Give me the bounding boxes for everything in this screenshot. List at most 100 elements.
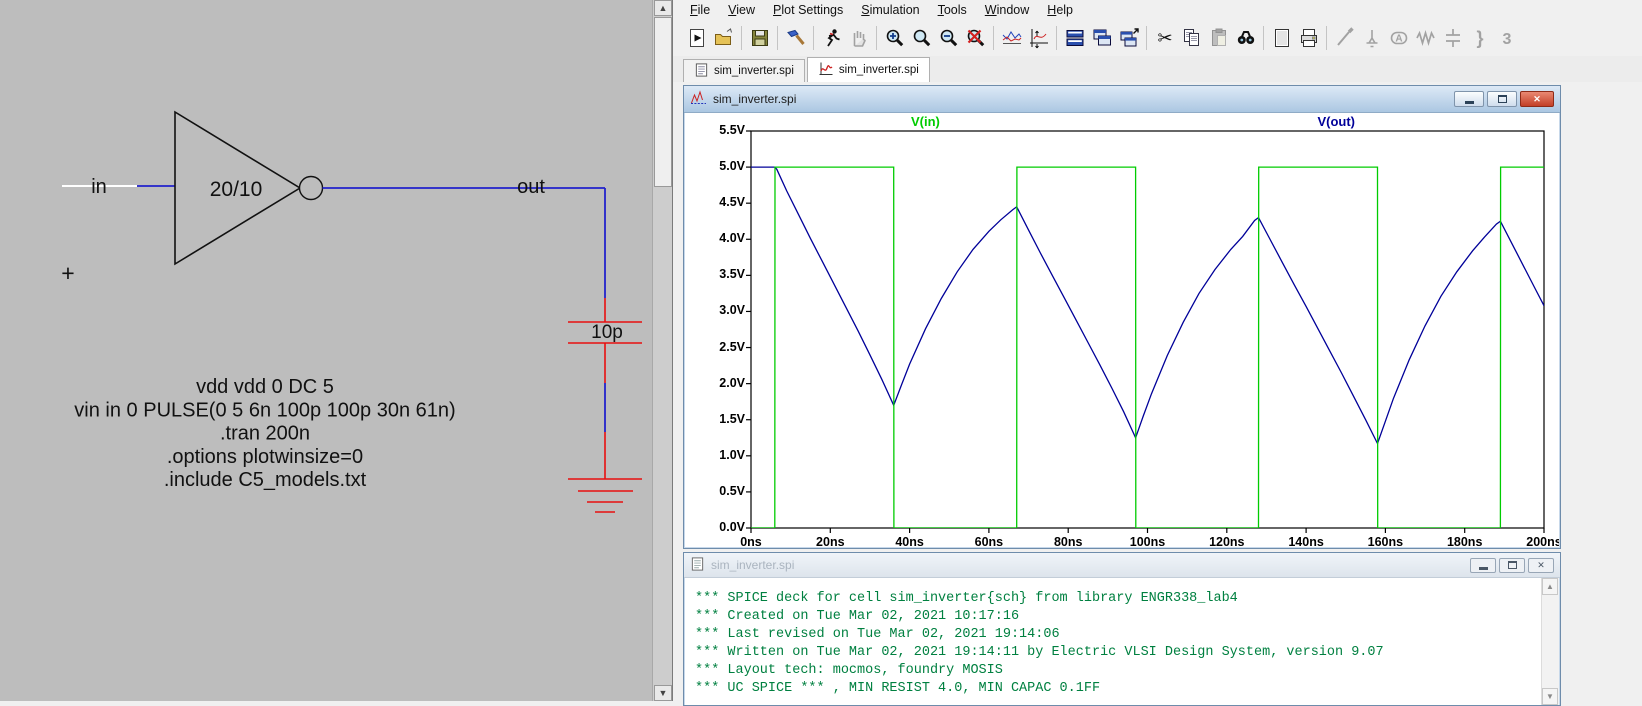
arrange-windows-icon[interactable] — [1115, 25, 1142, 52]
scroll-up-arrow[interactable]: ▲ — [654, 0, 672, 16]
tab-waveform[interactable]: sim_inverter.spi — [807, 57, 930, 82]
svg-text:✂: ✂ — [1157, 28, 1172, 48]
netlist-lines: *** SPICE deck for cell sim_inverter{sch… — [685, 578, 1559, 698]
minimize-button[interactable] — [1470, 558, 1496, 573]
resistor-icon — [1412, 25, 1439, 52]
plot-settings-icon[interactable] — [998, 25, 1025, 52]
svg-text:A: A — [1395, 34, 1402, 45]
netlist-text-area[interactable]: *** SPICE deck for cell sim_inverter{sch… — [685, 578, 1559, 705]
y-tick-label: 2.5V — [699, 340, 745, 354]
maximize-button[interactable] — [1499, 558, 1525, 573]
spice-line: .tran 200n — [220, 423, 310, 445]
desktop: { "schematic": { "labels": { "input": "i… — [0, 0, 1642, 701]
toolbar-separator — [876, 26, 877, 50]
schematic-vertical-scrollbar[interactable]: ▲ ▼ — [652, 0, 673, 701]
source-plus-label: + — [61, 260, 74, 286]
netlist-vertical-scrollbar[interactable]: ▲ ▼ — [1541, 578, 1559, 705]
zoom-in-icon[interactable] — [881, 25, 908, 52]
minimize-button[interactable] — [1454, 91, 1484, 107]
waveform-plot-area[interactable]: V(in)V(out) 5.5V5.0V4.5V4.0V3.5V3.0V2.5V… — [685, 113, 1559, 547]
waveform-window: sim_inverter.spi ✕ V(in)V(out) 5.5V5.0V4… — [683, 85, 1561, 549]
schematic-canvas[interactable]: in 20/10 out 10p + vdd vdd 0 DC 5vin in … — [0, 0, 652, 701]
toolbar: ✂ A} 3 — [673, 20, 1642, 57]
component-icon: 3 — [1493, 25, 1520, 52]
zoom-fit-icon[interactable] — [908, 25, 935, 52]
inverter-bubble — [300, 177, 323, 200]
scrollbar-thumb[interactable] — [654, 17, 672, 187]
toolbar-separator — [1146, 26, 1147, 50]
spice-line: vin in 0 PULSE(0 5 6n 100p 100p 30n 61n) — [74, 399, 455, 421]
toolbar-separator — [777, 26, 778, 50]
cut-icon[interactable]: ✂ — [1151, 25, 1178, 52]
net-label-icon: A — [1385, 25, 1412, 52]
print-preview-icon[interactable] — [1268, 25, 1295, 52]
menu-simulation[interactable]: Simulation — [852, 0, 928, 20]
menu-window[interactable]: Window — [976, 0, 1038, 20]
waveform-icon — [818, 61, 834, 80]
halt-icon — [845, 25, 872, 52]
close-button[interactable]: ✕ — [1520, 91, 1554, 107]
legend-vin[interactable]: V(in) — [911, 114, 940, 129]
menu-view[interactable]: View — [719, 0, 764, 20]
netlist-icon — [694, 62, 709, 81]
menu-tools[interactable]: Tools — [929, 0, 976, 20]
x-tick-label: 200ns — [1514, 535, 1559, 547]
ltspice-app: FileViewPlot SettingsSimulationToolsWind… — [672, 0, 1642, 701]
run-icon[interactable] — [818, 25, 845, 52]
tab-label: sim_inverter.spi — [714, 65, 794, 77]
input-net-label: in — [91, 176, 107, 198]
x-tick-label: 80ns — [1038, 535, 1098, 547]
tab-netlist[interactable]: sim_inverter.spi — [683, 59, 805, 82]
y-tick-label: 4.0V — [699, 231, 745, 245]
save-icon[interactable] — [746, 25, 773, 52]
plot-border — [751, 131, 1544, 528]
toolbar-separator — [813, 26, 814, 50]
open-icon[interactable] — [710, 25, 737, 52]
toolbar-separator — [1326, 26, 1327, 50]
legend-vout[interactable]: V(out) — [1317, 114, 1355, 129]
window-title: sim_inverter.spi — [713, 92, 1448, 106]
copy-icon[interactable] — [1178, 25, 1205, 52]
zoom-pan-icon[interactable] — [1025, 25, 1052, 52]
spice-directives-text: vdd vdd 0 DC 5vin in 0 PULSE(0 5 6n 100p… — [74, 376, 455, 491]
x-tick-label: 20ns — [800, 535, 860, 547]
window-title: sim_inverter.spi — [711, 558, 1464, 572]
zoom-extents-icon[interactable] — [962, 25, 989, 52]
control-panel-icon[interactable] — [782, 25, 809, 52]
new-schematic-icon[interactable] — [683, 25, 710, 52]
menu-help[interactable]: Help — [1038, 0, 1082, 20]
svg-text:3: 3 — [1502, 31, 1511, 48]
netlist-window: sim_inverter.spi ✕ *** SPICE deck for ce… — [683, 552, 1561, 706]
svg-text:}: } — [1476, 28, 1483, 48]
x-tick-label: 180ns — [1435, 535, 1495, 547]
output-net-label: out — [517, 176, 545, 198]
netlist-line: *** SPICE deck for cell sim_inverter{sch… — [695, 590, 1559, 608]
ground-icon — [1358, 25, 1385, 52]
maximize-button[interactable] — [1487, 91, 1517, 107]
spice-line: .options plotwinsize=0 — [167, 446, 363, 468]
scroll-up-arrow[interactable]: ▲ — [1542, 578, 1558, 595]
close-button[interactable]: ✕ — [1528, 558, 1554, 573]
find-icon[interactable] — [1232, 25, 1259, 52]
gate-ratio-label: 20/10 — [210, 178, 263, 201]
x-tick-label: 140ns — [1276, 535, 1336, 547]
x-tick-label: 120ns — [1197, 535, 1257, 547]
scroll-down-arrow[interactable]: ▼ — [654, 685, 672, 701]
zoom-out-icon[interactable] — [935, 25, 962, 52]
x-tick-label: 0ns — [721, 535, 781, 547]
menu-file[interactable]: File — [681, 0, 719, 20]
print-icon[interactable] — [1295, 25, 1322, 52]
y-tick-label: 0.0V — [699, 520, 745, 534]
menu-plot-settings[interactable]: Plot Settings — [764, 0, 852, 20]
waveform-window-titlebar[interactable]: sim_inverter.spi ✕ — [684, 86, 1560, 113]
netlist-window-titlebar[interactable]: sim_inverter.spi ✕ — [684, 553, 1560, 578]
cascade-windows-icon[interactable] — [1088, 25, 1115, 52]
capacitor-value-label: 10p — [591, 322, 623, 343]
tile-horizontal-icon[interactable] — [1061, 25, 1088, 52]
tab-bar: sim_inverter.spi sim_inverter.spi — [673, 56, 1642, 83]
inductor-icon: } — [1466, 25, 1493, 52]
schematic-drawing: in 20/10 out 10p + vdd vdd 0 DC 5vin in … — [0, 0, 652, 701]
scroll-down-arrow[interactable]: ▼ — [1542, 688, 1558, 705]
waveform-icon — [690, 90, 707, 108]
toolbar-separator — [741, 26, 742, 50]
